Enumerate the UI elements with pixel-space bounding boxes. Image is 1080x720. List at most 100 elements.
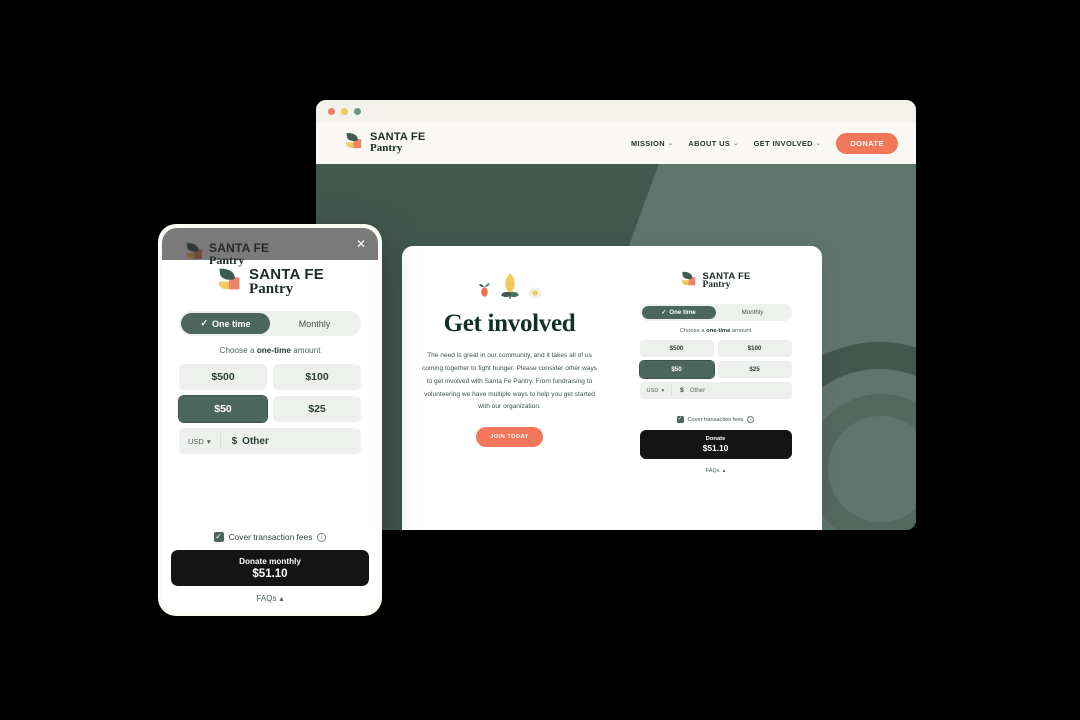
mobile-cover-fees-row: Cover transaction fees i (213, 532, 327, 542)
info-icon[interactable]: i (317, 532, 327, 542)
mobile-currency-selector[interactable]: USD ▾ (179, 433, 221, 449)
join-today-button[interactable]: JOIN TODAY (476, 427, 543, 448)
mobile-custom-amount-row[interactable]: USD ▾ $ Other (179, 428, 361, 454)
cover-fees-row: Cover transaction fees i (676, 416, 755, 423)
nav-item-get-involved[interactable]: GET INVOLVED ⌄ (754, 139, 822, 148)
page-title: Get involved (443, 310, 576, 337)
mobile-choose-prefix: Choose a (219, 346, 257, 355)
mobile-currency-symbol: $ (231, 435, 238, 447)
chevron-up-icon: ▴ (722, 468, 726, 474)
amount-button-50[interactable]: $50 (638, 360, 715, 379)
pantry-leaf-icon (680, 270, 697, 292)
mobile-amount-button-25[interactable]: $25 (273, 396, 361, 422)
window-minimize-dot[interactable] (341, 107, 348, 115)
faqs-label: FAQs (705, 468, 720, 474)
cover-fees-checkbox[interactable] (676, 416, 684, 423)
info-icon[interactable]: i (747, 416, 755, 423)
mobile-amount-button-500[interactable]: $500 (179, 364, 267, 390)
chevron-down-icon: ▾ (661, 387, 665, 394)
mobile-toggle-label-one-time: One time (212, 318, 251, 329)
check-icon: ✓ (661, 310, 667, 316)
choose-amount-label: Choose a one-time amount (680, 328, 752, 334)
close-icon[interactable]: ✕ (356, 238, 366, 250)
other-amount-input[interactable]: Other (684, 387, 705, 394)
mobile-widget-footer: Cover transaction fees i Donate monthly … (162, 532, 378, 612)
chevron-down-icon: ▾ (206, 436, 211, 446)
site-logo[interactable]: SANTA FE Pantry (344, 131, 425, 155)
amount-button-25[interactable]: $25 (717, 361, 792, 378)
donate-cta-amount: $51.10 (702, 443, 729, 453)
custom-amount-row[interactable]: USD ▾ $ Other (639, 382, 792, 399)
toggle-label-one-time: One time (669, 309, 696, 316)
toggle-option-monthly[interactable]: Monthly (716, 306, 790, 319)
frequency-toggle: ✓ One time Monthly (639, 304, 792, 321)
pantry-leaf-icon (216, 266, 242, 297)
mobile-widget-content: SANTA FE Pantry ✓ One time Monthly Choos… (162, 266, 378, 454)
mobile-choose-amount-label: Choose a one-time amount (219, 346, 320, 355)
mobile-toggle-option-monthly[interactable]: Monthly (270, 313, 359, 334)
mobile-faqs-label: FAQs (256, 594, 277, 603)
cover-fees-label: Cover transaction fees (687, 416, 744, 423)
window-maximize-dot[interactable] (354, 107, 361, 115)
browser-window: SANTA FE Pantry MISSION ⌄ ABOUT US ⌄ GET… (316, 100, 916, 530)
mobile-widget-logo-text: SANTA FE Pantry (249, 267, 324, 297)
card-left-column: Get involved The need is great in our co… (402, 246, 617, 530)
mobile-amount-grid: $500 $100 $50 $25 (178, 364, 361, 423)
currency-symbol: $ (680, 387, 684, 394)
amount-button-500[interactable]: $500 (639, 340, 714, 357)
mobile-currency-value: USD (188, 436, 204, 446)
currency-value: USD (646, 387, 659, 394)
mobile-logo-line-2: Pantry (249, 280, 294, 297)
mobile-amount-button-50[interactable]: $50 (178, 395, 268, 423)
window-close-dot[interactable] (328, 107, 335, 115)
choose-suffix: amount (730, 328, 752, 334)
header-donate-button[interactable]: DONATE (836, 132, 898, 154)
get-involved-card: Get involved The need is great in our co… (402, 246, 822, 530)
logo-line-2: Pantry (370, 142, 403, 154)
nav-label-mission: MISSION (630, 138, 665, 148)
widget-logo-line-2: Pantry (702, 280, 731, 290)
egg-icon (528, 287, 542, 299)
site-header: SANTA FE Pantry MISSION ⌄ ABOUT US ⌄ GET… (316, 122, 916, 164)
mobile-logo-line-1: SANTA FE (249, 265, 324, 283)
mobile-toggle-option-one-time[interactable]: ✓ One time (181, 313, 270, 334)
chevron-down-icon: ⌄ (733, 140, 739, 147)
nav-item-mission[interactable]: MISSION ⌄ (631, 139, 673, 148)
site-logo-text: SANTA FE Pantry (370, 132, 425, 154)
chevron-up-icon: ▴ (279, 594, 284, 603)
mobile-other-amount-input[interactable]: Other (237, 436, 269, 447)
mobile-donate-cta-amount: $51.10 (252, 567, 288, 580)
check-icon: ✓ (200, 318, 209, 328)
pantry-leaf-icon (344, 131, 363, 155)
amount-button-100[interactable]: $100 (717, 340, 792, 357)
mobile-frequency-toggle: ✓ One time Monthly (179, 311, 361, 336)
page-description: The need is great in our community, and … (421, 352, 598, 411)
choose-prefix: Choose a (679, 328, 707, 334)
choose-bold: one-time (706, 328, 731, 334)
mobile-widget-logo: SANTA FE Pantry (216, 266, 324, 297)
donate-submit-button[interactable]: Donate $51.10 (639, 430, 792, 459)
nav-label-about-us: ABOUT US (688, 138, 731, 148)
donation-widget-desktop: SANTA FE Pantry ✓ One time Monthly Choos… (617, 246, 822, 530)
mobile-donate-submit-button[interactable]: Donate monthly $51.10 (171, 550, 369, 586)
toggle-option-one-time[interactable]: ✓ One time (641, 306, 716, 319)
amount-grid: $500 $100 $50 $25 (638, 340, 792, 379)
toggle-label-monthly: Monthly (741, 309, 764, 316)
mobile-donate-cta-label: Donate monthly (239, 556, 301, 566)
mobile-choose-suffix: amount (290, 346, 321, 355)
chevron-down-icon: ⌄ (667, 140, 674, 147)
donate-cta-label: Donate (705, 436, 726, 442)
widget-logo: SANTA FE Pantry (680, 270, 750, 292)
mobile-modal-overlay-bar: ✕ (162, 228, 378, 260)
currency-selector[interactable]: USD ▾ (640, 385, 673, 396)
mobile-amount-button-100[interactable]: $100 (273, 364, 361, 390)
mobile-faqs-toggle[interactable]: FAQs ▴ (256, 594, 283, 603)
faqs-toggle[interactable]: FAQs ▴ (706, 468, 726, 474)
mobile-cover-fees-label: Cover transaction fees (228, 532, 313, 542)
widget-logo-text: SANTA FE Pantry (702, 271, 750, 291)
nav-item-about-us[interactable]: ABOUT US ⌄ (688, 139, 738, 148)
nav-label-get-involved: GET INVOLVED (753, 138, 813, 148)
site-page-body: Get involved The need is great in our co… (316, 164, 916, 530)
mobile-cover-fees-checkbox[interactable] (213, 532, 224, 542)
browser-titlebar (316, 100, 916, 122)
